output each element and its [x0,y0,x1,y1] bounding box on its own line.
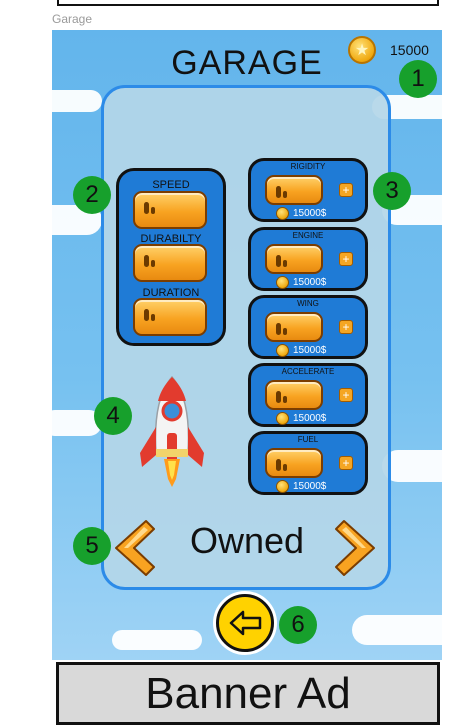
back-button[interactable] [216,594,274,652]
page-title: GARAGE [171,44,323,82]
annotation-badge-4: 4 [94,397,132,435]
upgrade-price: 15000$ [293,481,327,492]
coin-icon [276,344,289,357]
annotation-badge-6: 6 [279,606,317,644]
upgrade-bar [265,244,323,274]
upgrade-card-rigidity: RIGIDITY + 15000$ [248,158,368,222]
cloud [112,630,202,650]
upgrade-card-accelerate: ACCELERATE + 15000$ [248,363,368,427]
coin-icon: ★ [348,36,376,64]
back-arrow-icon [229,610,262,636]
cloud [382,450,442,482]
upgrade-title: ENGINE [292,231,324,240]
previous-frame-edge [57,0,439,6]
durability-bar [133,244,207,282]
stat-label-speed: SPEED [152,179,190,191]
upgrade-title: RIGIDITY [290,162,326,171]
upgrade-title: ACCELERATE [281,367,335,376]
coin-icon [276,480,289,493]
annotation-badge-1: 1 [399,60,437,98]
annotation-badge-2: 2 [73,176,111,214]
banner-ad-label: Banner Ad [145,669,351,718]
upgrade-title: WING [297,299,319,308]
plus-icon[interactable]: + [339,183,353,197]
upgrade-card-fuel: FUEL + 15000$ [248,431,368,495]
garage-screen: GARAGE ★ 15000 SPEED DURABILTY DURATION … [52,30,442,660]
chevron-right-icon[interactable] [334,517,378,579]
stats-card: SPEED DURABILTY DURATION [116,168,226,346]
frame-label: Garage [52,12,93,26]
cloud [52,90,102,112]
banner-ad[interactable]: Banner Ad [56,662,440,725]
annotation-badge-3: 3 [373,172,411,210]
cloud [352,615,442,645]
plus-icon[interactable]: + [339,320,353,334]
upgrade-bar [265,175,323,205]
rocket-icon [140,375,204,487]
annotation-badge-5: 5 [73,527,111,565]
upgrade-price: 15000$ [293,277,327,288]
upgrade-title: FUEL [297,435,319,444]
coin-icon [276,207,289,220]
upgrade-card-engine: ENGINE + 15000$ [248,227,368,291]
upgrade-bar [265,380,323,410]
coin-icon [276,276,289,289]
plus-icon[interactable]: + [339,388,353,402]
upgrade-price: 15000$ [293,413,327,424]
upgrade-price: 15000$ [293,208,327,219]
upgrade-price: 15000$ [293,345,327,356]
coin-icon [276,412,289,425]
duration-bar [133,298,207,336]
upgrade-card-wing: WING + 15000$ [248,295,368,359]
plus-icon[interactable]: + [339,456,353,470]
upgrade-bar [265,448,323,478]
plus-icon[interactable]: + [339,252,353,266]
speed-bar [133,191,207,229]
coin-balance: 15000 [390,42,429,58]
upgrade-bar [265,312,323,342]
